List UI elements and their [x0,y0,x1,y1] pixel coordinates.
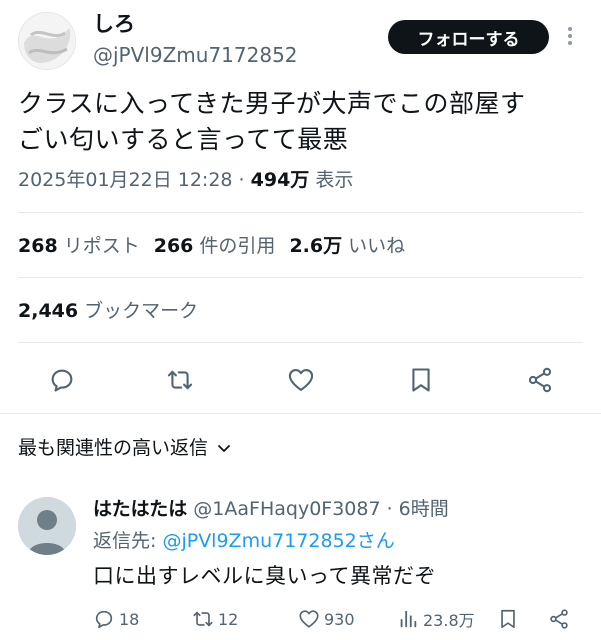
bookmark-icon [501,609,515,629]
likes-count: 2.6万 [289,235,343,257]
meta-separator: · [232,169,251,191]
reply-time[interactable]: · 6時間 [381,498,449,520]
repost-icon[interactable] [160,360,200,400]
replying-to-prefix: 返信先: [93,530,163,552]
reply-like-button[interactable]: 930 [298,604,355,634]
replies-sort-dropdown[interactable]: 最も関連性の高い返信 [18,434,232,462]
author-name[interactable]: しろ [93,10,135,38]
view-count: 23.8万 [423,611,475,630]
follow-button[interactable]: フォローする [388,20,549,54]
reply-repost-button[interactable]: 12 [192,604,238,634]
more-icon[interactable] [563,24,577,50]
reply-author-handle[interactable]: @1AaFHaqy0F3087 [193,498,380,520]
replying-to-mention[interactable]: @jPVl9Zmu7172852さん [162,530,394,552]
reply-count: 18 [119,609,140,629]
reply-icon[interactable] [42,360,82,400]
reply-icon [95,610,113,629]
section-divider [0,413,601,414]
tweet-text: クラスに入ってきた男子が大声でこの部屋す ごい匂いすると言ってて最悪 [18,86,593,158]
likes-stat[interactable]: 2.6万 いいね [289,235,405,257]
views-count: 494万 [250,169,310,191]
chevron-down-icon [218,445,230,452]
reply-action-bar: 18 12 930 23.8万 [0,604,601,634]
like-icon[interactable] [281,360,321,400]
like-count: 930 [324,609,355,629]
engagement-stats: 268 リポスト 266 件の引用 2.6万 いいね [18,232,405,260]
reposts-count: 268 [18,235,58,257]
divider [18,342,583,343]
replies-sort-label: 最も関連性の高い返信 [18,437,209,459]
reply-views-button[interactable]: 23.8万 [397,604,475,634]
reposts-label: リポスト [57,235,140,257]
share-icon [550,609,568,629]
replying-to: 返信先: @jPVl9Zmu7172852さん [93,527,395,555]
views-icon [400,610,417,628]
divider [18,212,583,213]
bookmarks-stat[interactable]: 2,446 ブックマーク [18,297,198,325]
quotes-count: 266 [153,235,194,257]
repost-icon [193,611,213,627]
reply-share-button[interactable] [548,604,574,634]
tweet-text-line: クラスに入ってきた男子が大声でこの部屋す [18,89,526,118]
reply-bookmark-button[interactable] [497,604,523,634]
reply-header: はたはたは @1AaFHaqy0F3087 · 6時間 [93,495,449,523]
tweet-text-line: ごい匂いすると言ってて最悪 [18,125,349,154]
divider [18,277,583,278]
reply-avatar[interactable] [18,497,76,555]
share-icon[interactable] [520,360,560,400]
tweet-action-bar [0,360,601,400]
reply-text: 口に出すレベルに臭いって異常だぞ [93,564,436,588]
bookmark-icon[interactable] [401,360,441,400]
like-icon [299,610,319,628]
tweet-date[interactable]: 2025年01月22日 12:28 [18,169,233,191]
author-avatar[interactable] [18,12,76,70]
repost-count: 12 [218,609,239,629]
reposts-stat[interactable]: 268 リポスト [18,235,140,257]
bookmarks-count: 2,446 [18,300,79,322]
views-label: 表示 [309,169,354,191]
tweet-meta: 2025年01月22日 12:28 · 494万 表示 [18,166,353,194]
quotes-stat[interactable]: 266 件の引用 [154,235,276,257]
bookmarks-label: ブックマーク [78,300,199,322]
reply-reply-button[interactable]: 18 [93,604,139,634]
quotes-label: 件の引用 [193,235,276,257]
reply-author-name[interactable]: はたはたは [93,498,187,520]
author-handle[interactable]: @jPVl9Zmu7172852 [93,42,298,68]
likes-label: いいね [342,235,406,257]
